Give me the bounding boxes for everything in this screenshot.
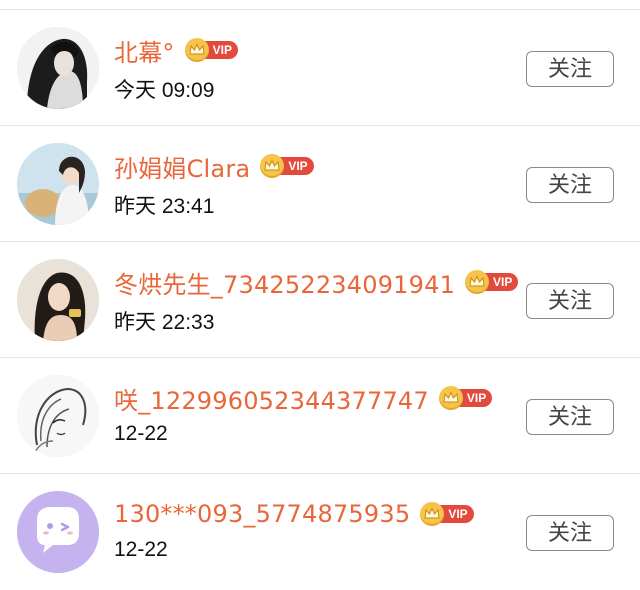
follow-time: 昨天 22:33 bbox=[114, 311, 215, 334]
follow-button[interactable]: 关注 bbox=[526, 51, 614, 87]
user-name[interactable]: 130***093_5774875935 bbox=[114, 500, 410, 528]
follow-time: 今天 09:09 bbox=[114, 79, 215, 102]
list-item[interactable]: 北幕° VIP 今天 09:09 关注 bbox=[0, 10, 640, 126]
name-line: 北幕° VIP bbox=[114, 33, 238, 68]
follow-time: 12-22 bbox=[114, 538, 168, 561]
follower-list: 北幕° VIP 今天 09:09 关注 孙娟娟Clara VIP 昨天 23:4… bbox=[0, 10, 640, 590]
name-line: 冬烘先生_734252234091941 VIP bbox=[114, 265, 519, 300]
list-item[interactable]: 孙娟娟Clara VIP 昨天 23:41 关注 bbox=[0, 126, 640, 242]
name-line: 130***093_5774875935 VIP bbox=[114, 498, 474, 530]
crown-icon bbox=[465, 270, 490, 294]
crown-icon bbox=[438, 386, 463, 410]
avatar[interactable] bbox=[17, 27, 99, 109]
follow-button[interactable]: 关注 bbox=[526, 167, 614, 203]
avatar[interactable] bbox=[17, 375, 99, 457]
vip-badge: VIP bbox=[184, 38, 238, 62]
user-name[interactable]: 孙娟娟Clara bbox=[114, 149, 250, 184]
follow-button[interactable]: 关注 bbox=[526, 283, 614, 319]
vip-badge: VIP bbox=[438, 386, 493, 410]
vip-badge: VIP bbox=[260, 154, 314, 178]
vip-badge: VIP bbox=[420, 502, 474, 526]
vip-badge: VIP bbox=[465, 270, 519, 294]
crown-icon bbox=[184, 38, 209, 62]
list-item[interactable]: 咲_122996052344377747 VIP 12-22 关注 bbox=[0, 358, 640, 474]
follow-time: 12-22 bbox=[114, 422, 168, 445]
follow-button[interactable]: 关注 bbox=[526, 399, 614, 435]
avatar[interactable] bbox=[17, 491, 99, 573]
avatar[interactable] bbox=[17, 143, 99, 225]
name-line: 孙娟娟Clara VIP bbox=[114, 149, 314, 184]
list-item[interactable]: 130***093_5774875935 VIP 12-22 关注 bbox=[0, 474, 640, 590]
user-name[interactable]: 咲_122996052344377747 bbox=[114, 381, 429, 416]
follow-time: 昨天 23:41 bbox=[114, 195, 215, 218]
name-line: 咲_122996052344377747 VIP bbox=[114, 381, 493, 416]
user-name[interactable]: 北幕° bbox=[114, 33, 175, 68]
avatar[interactable] bbox=[17, 259, 99, 341]
user-name[interactable]: 冬烘先生_734252234091941 bbox=[114, 265, 455, 300]
list-item[interactable]: 冬烘先生_734252234091941 VIP 昨天 22:33 关注 bbox=[0, 242, 640, 358]
follow-button[interactable]: 关注 bbox=[526, 515, 614, 551]
